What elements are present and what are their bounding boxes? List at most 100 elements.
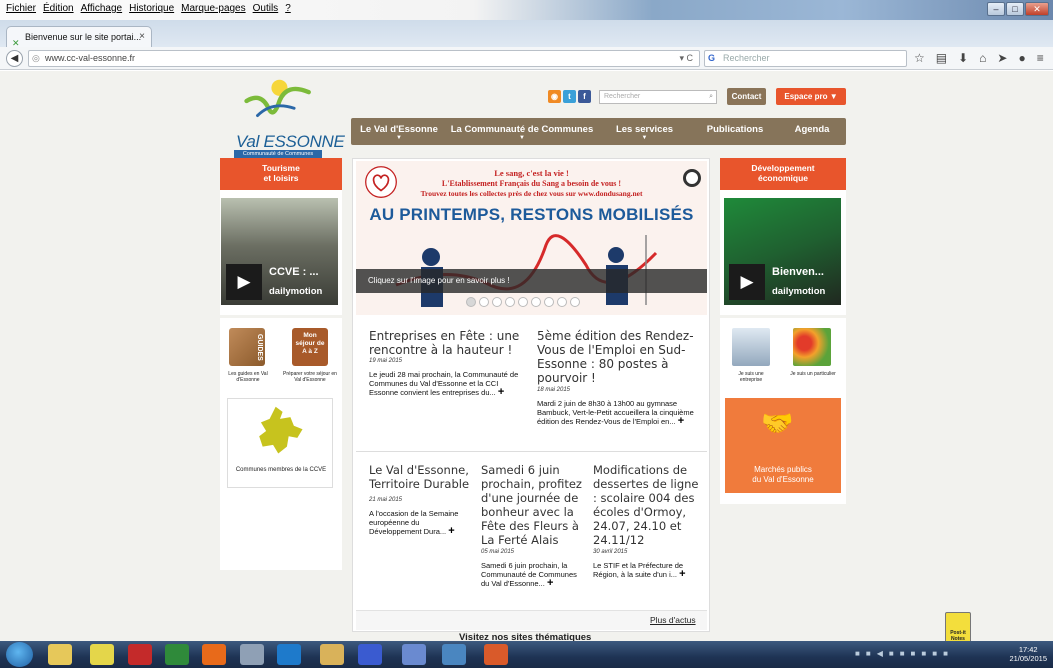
- espace-pro-button[interactable]: Espace pro ▼: [776, 88, 846, 105]
- economie-video[interactable]: Bienven... dailymotion ▶: [724, 198, 841, 305]
- firefox-icon[interactable]: [202, 644, 226, 665]
- play-icon[interactable]: ▶: [226, 264, 262, 300]
- tourisme-header[interactable]: Tourisme et loisirs: [220, 158, 342, 190]
- chat-icon[interactable]: ●: [1018, 51, 1025, 65]
- guides-icon[interactable]: GUIDES: [229, 328, 265, 366]
- plus-icon[interactable]: +: [498, 386, 504, 398]
- menu-fichier[interactable]: Fichier: [6, 3, 36, 14]
- tab-title: Bienvenue sur le site portai...: [25, 32, 142, 42]
- tray-icon[interactable]: ■: [921, 649, 926, 658]
- carousel-dot[interactable]: [492, 297, 502, 307]
- menu-historique[interactable]: Historique: [129, 3, 174, 14]
- contact-button[interactable]: Contact: [727, 88, 766, 105]
- tray-icon[interactable]: ◀: [877, 649, 883, 658]
- system-clock[interactable]: 17:42 21/05/2015: [1009, 645, 1047, 663]
- news-body: Samedi 6 juin prochain, la Communauté de…: [481, 561, 581, 589]
- remote-icon[interactable]: [402, 644, 426, 665]
- image-app-icon[interactable]: [442, 644, 466, 665]
- send-icon[interactable]: ➤: [997, 51, 1007, 65]
- nav-agenda[interactable]: Agenda: [778, 118, 846, 145]
- nav-communaute-de-communes[interactable]: La Communauté de Communes ▼: [447, 118, 597, 145]
- nav-les-services[interactable]: Les services ▼: [597, 118, 692, 145]
- menu-affichage[interactable]: Affichage: [81, 3, 123, 14]
- tray-icon[interactable]: ■: [866, 649, 871, 658]
- home-icon[interactable]: ⌂: [979, 51, 986, 65]
- browser-search-input[interactable]: G Rechercher: [704, 50, 907, 67]
- close-window-button[interactable]: ✕: [1025, 2, 1049, 16]
- communes-card[interactable]: Communes membres de la CCVE: [227, 398, 333, 488]
- developpement-header[interactable]: Développement économique: [720, 158, 846, 190]
- menu-outils[interactable]: Outils: [253, 3, 279, 14]
- don-du-sang-banner[interactable]: Le sang, c'est la vie ! L'Etablissement …: [356, 161, 707, 315]
- carousel-dot[interactable]: [570, 297, 580, 307]
- back-arrow-icon[interactable]: ◀: [6, 50, 23, 67]
- carousel-dot[interactable]: [544, 297, 554, 307]
- spreadsheet-icon[interactable]: [165, 644, 189, 665]
- val-essonne-logo[interactable]: [230, 79, 326, 139]
- maximize-button[interactable]: □: [1006, 2, 1024, 16]
- play-icon[interactable]: ▶: [729, 264, 765, 300]
- plus-icon[interactable]: +: [679, 568, 685, 580]
- tool-icon[interactable]: [240, 644, 264, 665]
- tray-icon[interactable]: ■: [911, 649, 916, 658]
- tray-icon[interactable]: ■: [943, 649, 948, 658]
- nav-publications[interactable]: Publications: [692, 118, 778, 145]
- tray-icon[interactable]: ■: [932, 649, 937, 658]
- pdf-reader-icon[interactable]: [128, 644, 152, 665]
- plus-d-actus-link[interactable]: Plus d'actus: [650, 615, 696, 625]
- sejour-icon[interactable]: Mon séjour de A à Z: [292, 328, 328, 366]
- menu-aide[interactable]: ?: [285, 3, 291, 14]
- browser-tab[interactable]: ✕ Bienvenue sur le site portai... ×: [6, 26, 152, 48]
- carousel-dot[interactable]: [557, 297, 567, 307]
- guides-label[interactable]: Les guides en Val d'Essonne: [223, 371, 273, 383]
- news-title[interactable]: Entreprises en Fête : une rencontre à la…: [369, 329, 529, 357]
- folder-icon[interactable]: [320, 644, 344, 665]
- news-title[interactable]: Modifications de dessertes de ligne : sc…: [593, 463, 703, 547]
- twitter-icon[interactable]: t: [563, 90, 576, 103]
- carousel-dot[interactable]: [505, 297, 515, 307]
- hamburger-menu-icon[interactable]: ≡: [1037, 51, 1044, 65]
- plus-icon[interactable]: +: [448, 525, 454, 537]
- carousel-dot[interactable]: [479, 297, 489, 307]
- word-icon[interactable]: [358, 644, 382, 665]
- marches-publics-card[interactable]: 🤝 Marchés publics du Val d'Essonne: [725, 398, 841, 493]
- particulier-label[interactable]: Je suis un particulier: [790, 371, 836, 377]
- tray-icon[interactable]: ■: [889, 649, 894, 658]
- minimize-button[interactable]: –: [987, 2, 1005, 16]
- entreprise-image[interactable]: [732, 328, 770, 366]
- internet-explorer-icon[interactable]: [277, 644, 301, 665]
- search-icon[interactable]: ⌕: [709, 91, 713, 103]
- close-tab-icon[interactable]: ×: [139, 27, 145, 47]
- carousel-dot[interactable]: [531, 297, 541, 307]
- menu-edition[interactable]: Édition: [43, 3, 74, 14]
- explorer-icon[interactable]: [48, 644, 72, 665]
- reading-list-icon[interactable]: ▤: [936, 51, 947, 65]
- news-title[interactable]: Le Val d'Essonne, Territoire Durable: [369, 463, 474, 491]
- firefox-active-icon[interactable]: [484, 644, 508, 665]
- tray-icon[interactable]: ■: [855, 649, 860, 658]
- pause-icon[interactable]: [683, 169, 701, 187]
- tray-icon[interactable]: ■: [900, 649, 905, 658]
- site-search-input[interactable]: Rechercher ⌕: [599, 90, 717, 104]
- reload-icon[interactable]: ▾ C: [679, 51, 693, 66]
- communes-label: Communes membres de la CCVE: [235, 467, 327, 473]
- start-button-icon[interactable]: [6, 642, 33, 667]
- nav-le-val-d-essonne[interactable]: Le Val d'Essonne ▼: [351, 118, 447, 145]
- entreprise-label[interactable]: Je suis une entreprise: [728, 371, 774, 383]
- news-title[interactable]: 5ème édition des Rendez-Vous de l'Emploi…: [537, 329, 707, 385]
- plus-icon[interactable]: +: [547, 577, 553, 589]
- rss-icon[interactable]: ◉: [548, 90, 561, 103]
- bookmark-star-icon[interactable]: ☆: [914, 51, 925, 65]
- tourism-video[interactable]: CCVE : ... dailymotion ▶: [221, 198, 338, 305]
- notes-app-icon[interactable]: [90, 644, 114, 665]
- download-icon[interactable]: ⬇: [958, 51, 968, 65]
- url-bar[interactable]: ◎ www.cc-val-essonne.fr ▾ C: [28, 50, 700, 67]
- particulier-image[interactable]: [793, 328, 831, 366]
- facebook-icon[interactable]: f: [578, 90, 591, 103]
- carousel-dot[interactable]: [466, 297, 476, 307]
- sejour-label[interactable]: Préparer votre séjour en Val d'Essonne: [282, 371, 338, 383]
- plus-icon[interactable]: +: [678, 415, 684, 427]
- menu-marque-pages[interactable]: Marque-pages: [181, 3, 245, 14]
- news-title[interactable]: Samedi 6 juin prochain, profitez d'une j…: [481, 463, 586, 547]
- carousel-dot[interactable]: [518, 297, 528, 307]
